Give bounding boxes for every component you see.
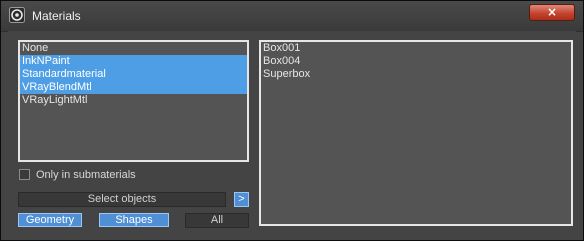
object-list-item[interactable]: Box004 xyxy=(261,55,571,68)
material-list[interactable]: None InkNPaint Standardmaterial VRayBlen… xyxy=(18,40,249,162)
shapes-filter-button[interactable]: Shapes xyxy=(99,213,169,227)
3dsmax-app-icon xyxy=(9,7,25,23)
object-list-item[interactable]: Superbox xyxy=(261,68,571,81)
object-list-item[interactable]: Box001 xyxy=(261,42,571,55)
close-button[interactable]: × xyxy=(529,4,575,21)
only-in-submaterials-checkbox[interactable] xyxy=(19,169,30,180)
only-in-submaterials-label: Only in submaterials xyxy=(36,169,136,181)
material-list-item[interactable]: Standardmaterial xyxy=(20,68,247,81)
geometry-filter-button[interactable]: Geometry xyxy=(18,213,82,227)
material-list-item[interactable]: None xyxy=(20,42,247,55)
material-list-item[interactable]: InkNPaint xyxy=(20,55,247,68)
title-bar[interactable]: Materials × xyxy=(1,1,583,32)
all-filter-button[interactable]: All xyxy=(185,213,249,228)
arrow-right-button[interactable]: > xyxy=(234,192,249,207)
window-title: Materials xyxy=(32,9,81,23)
object-list[interactable]: Box001 Box004 Superbox xyxy=(259,40,573,226)
materials-dialog: Materials × None InkNPaint Standardmater… xyxy=(0,0,584,241)
material-list-item[interactable]: VRayBlendMtl xyxy=(20,81,247,94)
material-list-item[interactable]: VRayLightMtl xyxy=(20,94,247,107)
dialog-body: None InkNPaint Standardmaterial VRayBlen… xyxy=(8,31,576,233)
select-objects-button[interactable]: Select objects xyxy=(18,192,226,207)
close-icon: × xyxy=(546,5,558,19)
